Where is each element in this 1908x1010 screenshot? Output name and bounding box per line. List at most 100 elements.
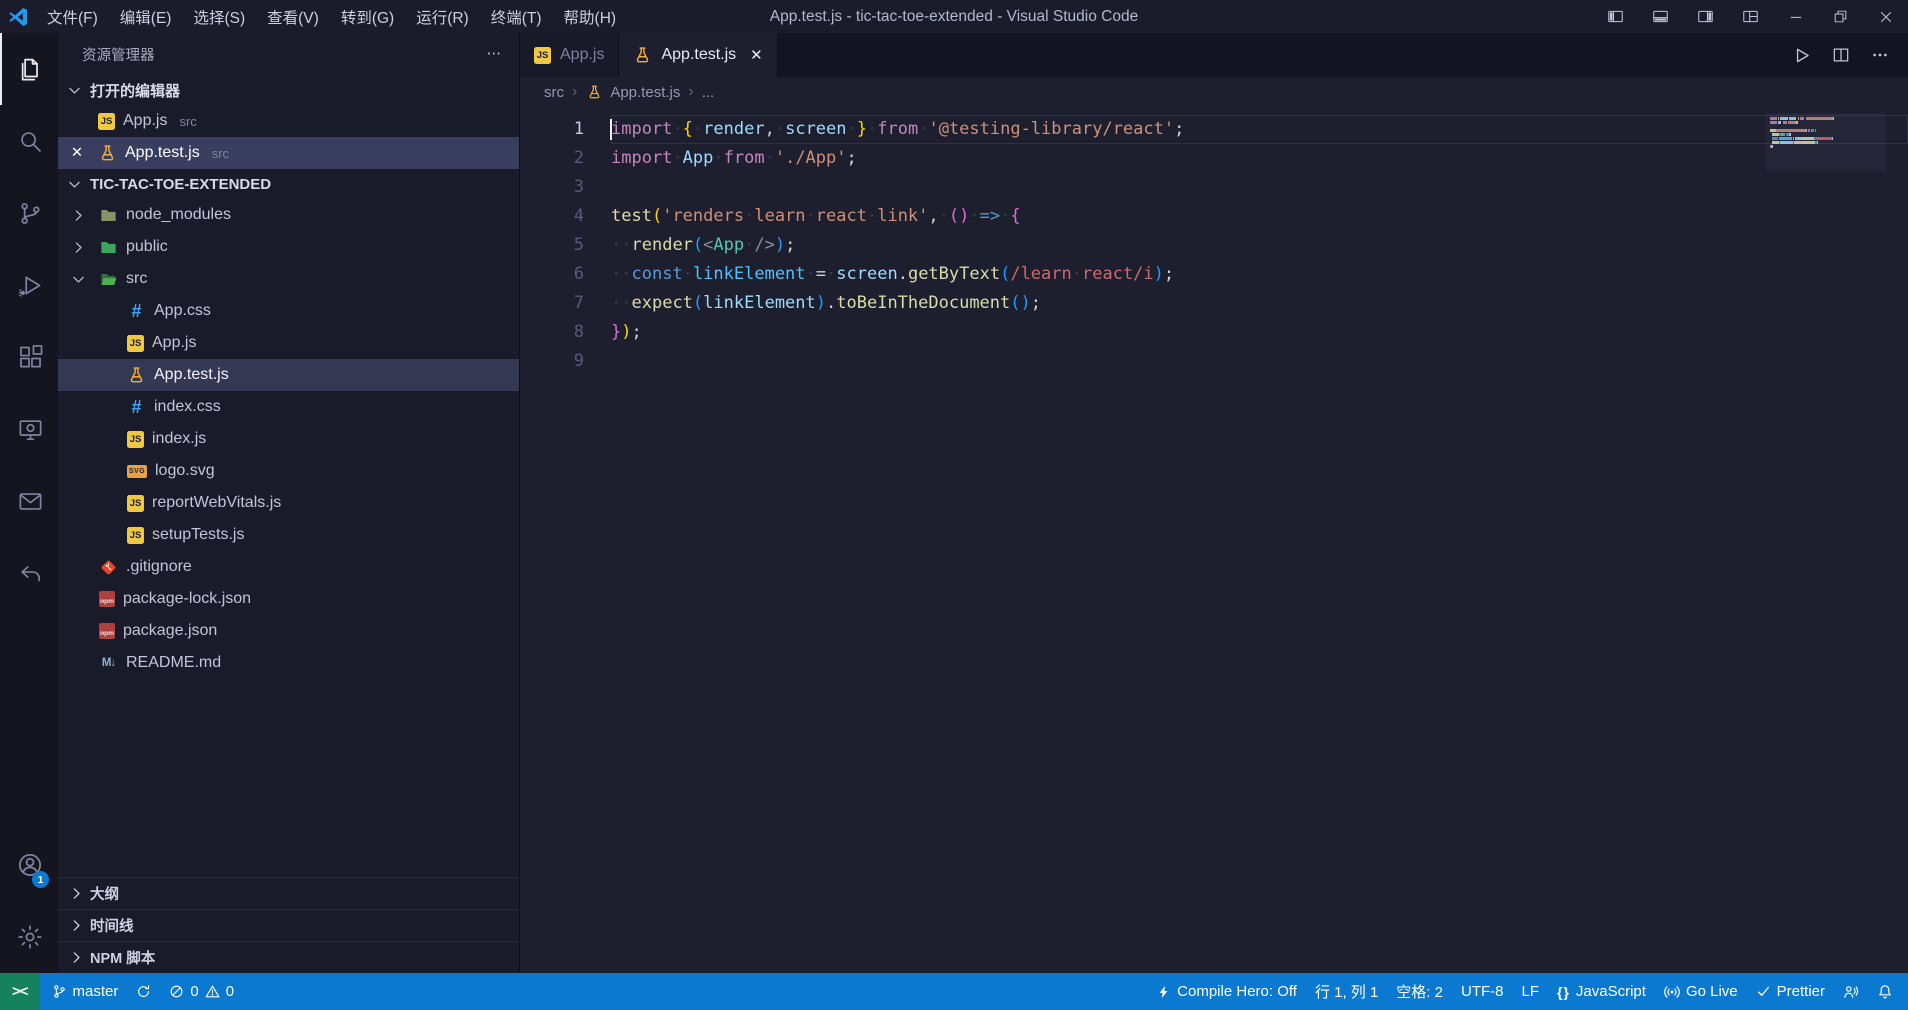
project-header[interactable]: TIC-TAC-TOE-EXTENDED	[58, 169, 519, 199]
status-remote-indicator[interactable]: ><	[0, 973, 40, 1010]
chevron-down-icon	[62, 82, 87, 99]
code-token: ·	[672, 148, 683, 168]
menu-go[interactable]: 转到(G)	[330, 0, 405, 33]
code-line-6[interactable]: ··const·linkElement·=·screen.getByText(/…	[611, 260, 1908, 289]
tree-item-package-json[interactable]: npm package.json	[58, 615, 519, 647]
layout-panel-button[interactable]	[1638, 0, 1683, 33]
run-button[interactable]	[1791, 45, 1812, 66]
open-editor-app-test-js[interactable]: ✕ App.test.js src	[58, 137, 519, 169]
status-sync-changes[interactable]	[127, 973, 160, 1010]
tab-app-test-js[interactable]: App.test.js ✕	[619, 33, 778, 77]
more-button[interactable]	[1870, 45, 1890, 65]
code-line-5[interactable]: ··render(<App·/>);	[611, 231, 1908, 260]
minimize-button[interactable]	[1773, 0, 1818, 33]
section-npm-scripts[interactable]: NPM 脚本	[58, 941, 519, 973]
more-actions-icon[interactable]: ⋯	[487, 46, 502, 62]
tree-item-package-lock-json[interactable]: npm package-lock.json	[58, 583, 519, 615]
status-feedback[interactable]	[1834, 973, 1868, 1010]
tree-item-index-js[interactable]: JS index.js	[58, 423, 519, 455]
tree-item-readme-md[interactable]: M↓ README.md	[58, 647, 519, 679]
activity-remote-explorer[interactable]	[0, 393, 58, 465]
menu-help[interactable]: 帮助(H)	[553, 0, 628, 33]
status-cursor-position[interactable]: 行 1, 列 1	[1306, 973, 1387, 1010]
activity-extensions[interactable]	[0, 321, 58, 393]
tree-item-reportwebvitals-js[interactable]: JS reportWebVitals.js	[58, 487, 519, 519]
code-line-1[interactable]: import·{·render,·screen·}·from·'@testing…	[610, 115, 1908, 144]
activity-mail[interactable]	[0, 465, 58, 537]
minimap[interactable]	[1766, 113, 1886, 171]
open-editors-header[interactable]: 打开的编辑器	[58, 75, 519, 105]
close-button[interactable]	[1863, 0, 1908, 33]
code-editor[interactable]: 123456789 import·{·render,·screen·}·from…	[520, 107, 1908, 973]
tab-app-js[interactable]: JS App.js	[520, 33, 620, 77]
code-line-7[interactable]: ··expect(linkElement).toBeInTheDocument(…	[611, 289, 1908, 318]
split-editor-button[interactable]	[1831, 45, 1851, 65]
status-indentation[interactable]: 空格: 2	[1387, 973, 1452, 1010]
minimize-icon	[1787, 8, 1805, 26]
status-compile-hero[interactable]: Compile Hero: Off	[1148, 973, 1306, 1010]
tree-item-node-modules[interactable]: node_modules	[58, 199, 519, 231]
menu-view[interactable]: 查看(V)	[256, 0, 330, 33]
close-tab-icon[interactable]: ✕	[750, 46, 763, 64]
close-editor-icon[interactable]: ✕	[64, 145, 90, 161]
activity-run-debug[interactable]	[0, 249, 58, 321]
tree-item-app-css[interactable]: # App.css	[58, 295, 519, 327]
tree-item-setuptests-js[interactable]: JS setupTests.js	[58, 519, 519, 551]
menu-file[interactable]: 文件(F)	[36, 0, 109, 33]
tree-item-gitignore[interactable]: .gitignore	[58, 551, 519, 583]
tree-item-public[interactable]: public	[58, 231, 519, 263]
activity-source-control[interactable]	[0, 177, 58, 249]
tree-item-src[interactable]: src	[58, 263, 519, 295]
code-line-2[interactable]: import·App·from·'./App';	[611, 144, 1908, 173]
breadcrumb-app-test-js[interactable]: App.test.js	[585, 83, 680, 102]
section-timeline[interactable]: 时间线	[58, 909, 519, 941]
code-content[interactable]: import·{·render,·screen·}·from·'@testing…	[610, 115, 1908, 973]
menu-selection[interactable]: 选择(S)	[182, 0, 256, 33]
activity-explorer[interactable]	[0, 33, 58, 105]
activity-account[interactable]: 1	[0, 829, 58, 901]
layout-sidebar-right-button[interactable]	[1683, 0, 1728, 33]
activity-search[interactable]	[0, 105, 58, 177]
tree-item-logo-svg[interactable]: SVG logo.svg	[58, 455, 519, 487]
status-encoding[interactable]: UTF-8	[1452, 973, 1513, 1010]
status-language-mode[interactable]: {} JavaScript	[1548, 973, 1655, 1010]
tree-item-label: package-lock.json	[123, 590, 252, 607]
code-line-3[interactable]	[611, 173, 1908, 202]
status-notifications[interactable]	[1868, 973, 1902, 1010]
menu-run[interactable]: 运行(R)	[405, 0, 480, 33]
layout-sidebar-left-button[interactable]	[1593, 0, 1638, 33]
layout-grid-button[interactable]	[1728, 0, 1773, 33]
menu-terminal[interactable]: 终端(T)	[480, 0, 553, 33]
status-prettier[interactable]: Prettier	[1747, 973, 1834, 1010]
open-editor-app-js[interactable]: JS App.js src	[58, 105, 519, 137]
code-line-9[interactable]	[611, 347, 1908, 376]
status-go-live[interactable]: Go Live	[1655, 973, 1747, 1010]
status-problems[interactable]: 00	[160, 973, 243, 1010]
restore-button[interactable]	[1818, 0, 1863, 33]
section-outline[interactable]: 大纲	[58, 877, 519, 909]
window-controls	[1593, 0, 1908, 33]
tree-item-app-js[interactable]: JS App.js	[58, 327, 519, 359]
code-token: ;	[1163, 264, 1175, 284]
bell-icon	[1877, 984, 1893, 1000]
tree-item-index-css[interactable]: # index.css	[58, 391, 519, 423]
status-eol[interactable]: LF	[1512, 973, 1548, 1010]
status-label: LF	[1521, 983, 1539, 1000]
code-line-8[interactable]: });	[611, 318, 1908, 347]
minimap-token	[1789, 117, 1797, 120]
layout-sidebar-right-icon	[1696, 7, 1715, 26]
activity-reply[interactable]	[0, 537, 58, 609]
minimap-token	[1803, 137, 1814, 140]
status-git-branch[interactable]: master	[43, 973, 128, 1010]
activity-settings[interactable]	[0, 901, 58, 973]
section-label: 时间线	[90, 919, 134, 935]
code-token: from	[723, 148, 765, 168]
code-line-4[interactable]: test('renders·learn·react·link',·()·=>·{	[611, 202, 1908, 231]
breadcrumb-[interactable]: ...	[702, 84, 715, 101]
warning-icon	[205, 984, 220, 999]
breadcrumb-src[interactable]: src	[544, 84, 564, 101]
chevron-down-icon	[62, 176, 87, 193]
menu-edit[interactable]: 编辑(E)	[109, 0, 183, 33]
code-token: './App'	[774, 148, 847, 168]
tree-item-app-test-js[interactable]: App.test.js	[58, 359, 519, 391]
